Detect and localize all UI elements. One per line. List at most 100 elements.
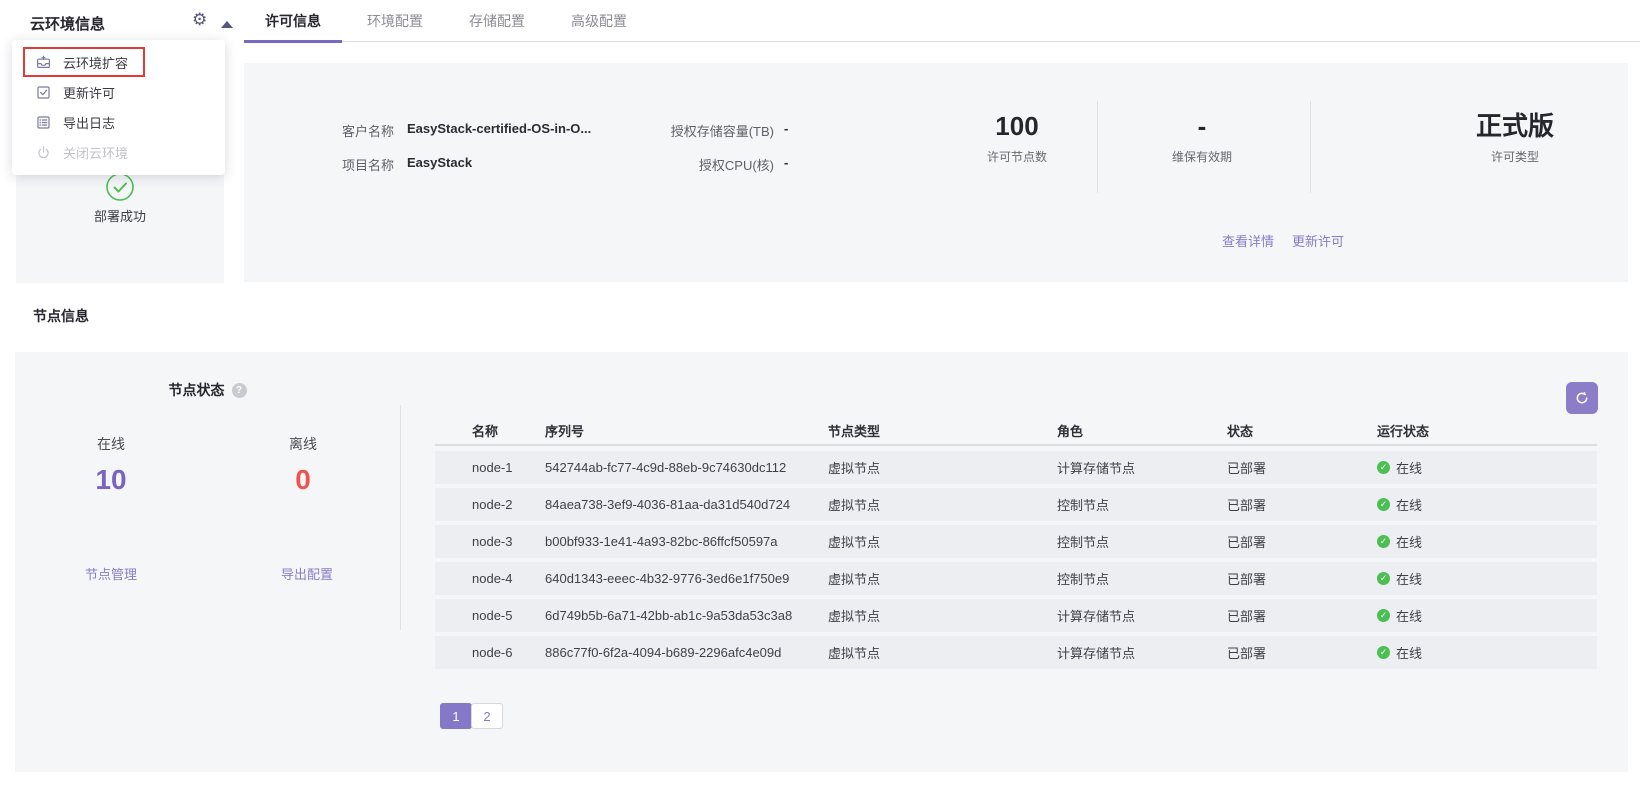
online-status-icon: ✓ [1377, 535, 1390, 548]
cell-serial: 6d749b5b-6a71-42bb-ab1c-9a53da53c3a8 [545, 608, 828, 623]
cell-status: 已部署 [1227, 606, 1377, 625]
page-button-1[interactable]: 1 [440, 703, 472, 729]
cell-type: 虚拟节点 [828, 643, 1057, 662]
stat-license-type: 正式版 许可类型 [1430, 111, 1600, 165]
cell-run-status: ✓ 在线 [1377, 606, 1597, 625]
cell-role: 计算存储节点 [1057, 458, 1227, 477]
vertical-divider [400, 405, 401, 630]
tab-bar: 许可信息 环境配置 存储配置 高级配置 [244, 0, 652, 42]
online-status-icon: ✓ [1377, 609, 1390, 622]
field-label-storage: 授权存储容量(TB) [474, 121, 774, 140]
menu-item-expand-cloud[interactable]: 云环境扩容 [12, 47, 225, 77]
env-actions-menu: 云环境扩容 更新许可 导出日志 [12, 40, 225, 175]
table-row[interactable]: node-5 6d749b5b-6a71-42bb-ab1c-9a53da53c… [435, 599, 1597, 632]
cell-name: node-5 [435, 608, 545, 623]
cell-type: 虚拟节点 [828, 606, 1057, 625]
online-count: 10 [31, 464, 191, 496]
cell-role: 控制节点 [1057, 569, 1227, 588]
cell-run-status: ✓ 在线 [1377, 532, 1597, 551]
online-stat: 在线 10 [31, 434, 191, 496]
stat-divider [1310, 101, 1311, 193]
cell-serial: b00bf933-1e41-4a93-82bc-86ffcf50597a [545, 534, 828, 549]
online-label: 在线 [31, 434, 191, 454]
gear-icon[interactable]: ⚙ [192, 10, 207, 30]
cloud-expand-icon [36, 55, 51, 70]
online-status-icon: ✓ [1377, 498, 1390, 511]
menu-item-export-log[interactable]: 导出日志 [12, 107, 225, 137]
col-role: 角色 [1057, 421, 1227, 440]
cell-type: 虚拟节点 [828, 458, 1057, 477]
caret-up-icon[interactable] [221, 21, 233, 28]
field-value-project: EasyStack [407, 155, 472, 170]
pagination: 1 2 [440, 703, 1597, 729]
menu-item-label: 导出日志 [63, 113, 115, 132]
tab-advanced-config[interactable]: 高级配置 [550, 0, 648, 42]
col-run-status: 运行状态 [1377, 421, 1597, 440]
run-status-text: 在线 [1396, 606, 1422, 625]
menu-item-update-license[interactable]: 更新许可 [12, 77, 225, 107]
run-status-text: 在线 [1396, 569, 1422, 588]
cell-serial: 542744ab-fc77-4c9d-88eb-9c74630dc112 [545, 460, 828, 475]
stat-label: 许可节点数 [932, 148, 1102, 165]
online-status-icon: ✓ [1377, 572, 1390, 585]
table-row[interactable]: node-3 b00bf933-1e41-4a93-82bc-86ffcf505… [435, 525, 1597, 558]
license-links: 查看详情 更新许可 [1222, 231, 1344, 250]
cell-run-status: ✓ 在线 [1377, 569, 1597, 588]
online-status-icon: ✓ [1377, 646, 1390, 659]
export-config-link[interactable]: 导出配置 [227, 564, 387, 583]
table-row[interactable]: node-4 640d1343-eeec-4b32-9776-3ed6e1f75… [435, 562, 1597, 595]
cell-run-status: ✓ 在线 [1377, 643, 1597, 662]
col-serial: 序列号 [545, 421, 828, 440]
menu-item-label: 更新许可 [63, 83, 115, 102]
power-icon [36, 145, 51, 160]
view-details-link[interactable]: 查看详情 [1222, 231, 1274, 250]
cell-serial: 886c77f0-6f2a-4094-b689-2296afc4e09d [545, 645, 828, 660]
cell-run-status: ✓ 在线 [1377, 458, 1597, 477]
menu-item-label: 关闭云环境 [63, 143, 128, 162]
license-info-panel: 客户名称 EasyStack-certified-OS-in-O... 项目名称… [244, 63, 1628, 282]
run-status-text: 在线 [1396, 495, 1422, 514]
field-label-customer: 客户名称 [244, 121, 394, 140]
tab-env-config[interactable]: 环境配置 [346, 0, 444, 42]
node-table: 名称 序列号 节点类型 角色 状态 运行状态 node-1 542744ab-f… [435, 416, 1597, 729]
stat-value: 正式版 [1430, 111, 1600, 141]
node-section-title: 节点信息 [33, 306, 89, 326]
cell-role: 计算存储节点 [1057, 643, 1227, 662]
page: 云环境信息 ⚙ 许可信息 环境配置 存储配置 高级配置 部署成功 [0, 0, 1640, 785]
success-check-icon [105, 172, 135, 202]
cell-status: 已部署 [1227, 458, 1377, 477]
stat-label: 维保有效期 [1117, 148, 1287, 165]
cell-role: 计算存储节点 [1057, 606, 1227, 625]
stat-value: - [1117, 111, 1287, 141]
export-log-icon [36, 115, 51, 130]
node-manage-link[interactable]: 节点管理 [31, 564, 191, 583]
online-status-icon: ✓ [1377, 461, 1390, 474]
table-row[interactable]: node-1 542744ab-fc77-4c9d-88eb-9c74630dc… [435, 451, 1597, 484]
cell-role: 控制节点 [1057, 495, 1227, 514]
page-button-2[interactable]: 2 [471, 703, 503, 729]
table-row[interactable]: node-6 886c77f0-6f2a-4094-b689-2296afc4e… [435, 636, 1597, 669]
refresh-button[interactable] [1566, 382, 1598, 414]
cell-status: 已部署 [1227, 532, 1377, 551]
stat-license-nodes: 100 许可节点数 [932, 111, 1102, 165]
cell-type: 虚拟节点 [828, 569, 1057, 588]
stat-maintenance: - 维保有效期 [1117, 111, 1287, 165]
cell-name: node-4 [435, 571, 545, 586]
node-info-panel: 节点状态 ? 在线 10 离线 0 节点管理 导出配置 名称 序列号 [15, 352, 1628, 772]
tab-storage-config[interactable]: 存储配置 [448, 0, 546, 42]
field-label-cpu: 授权CPU(核) [474, 155, 774, 174]
menu-item-shutdown-cloud[interactable]: 关闭云环境 [12, 137, 225, 167]
run-status-text: 在线 [1396, 458, 1422, 477]
top-bar: 云环境信息 ⚙ 许可信息 环境配置 存储配置 高级配置 [0, 0, 1640, 42]
tab-license-info[interactable]: 许可信息 [244, 0, 342, 42]
field-value-cpu: - [784, 155, 788, 170]
table-row[interactable]: node-2 84aea738-3ef9-4036-81aa-da31d540d… [435, 488, 1597, 521]
run-status-text: 在线 [1396, 643, 1422, 662]
cell-name: node-1 [435, 460, 545, 475]
stat-label: 许可类型 [1430, 148, 1600, 165]
help-icon[interactable]: ? [232, 383, 247, 398]
col-status: 状态 [1227, 421, 1377, 440]
cell-serial: 84aea738-3ef9-4036-81aa-da31d540d724 [545, 497, 828, 512]
node-status-header: 节点状态 ? [15, 380, 400, 400]
update-license-link[interactable]: 更新许可 [1292, 231, 1344, 250]
